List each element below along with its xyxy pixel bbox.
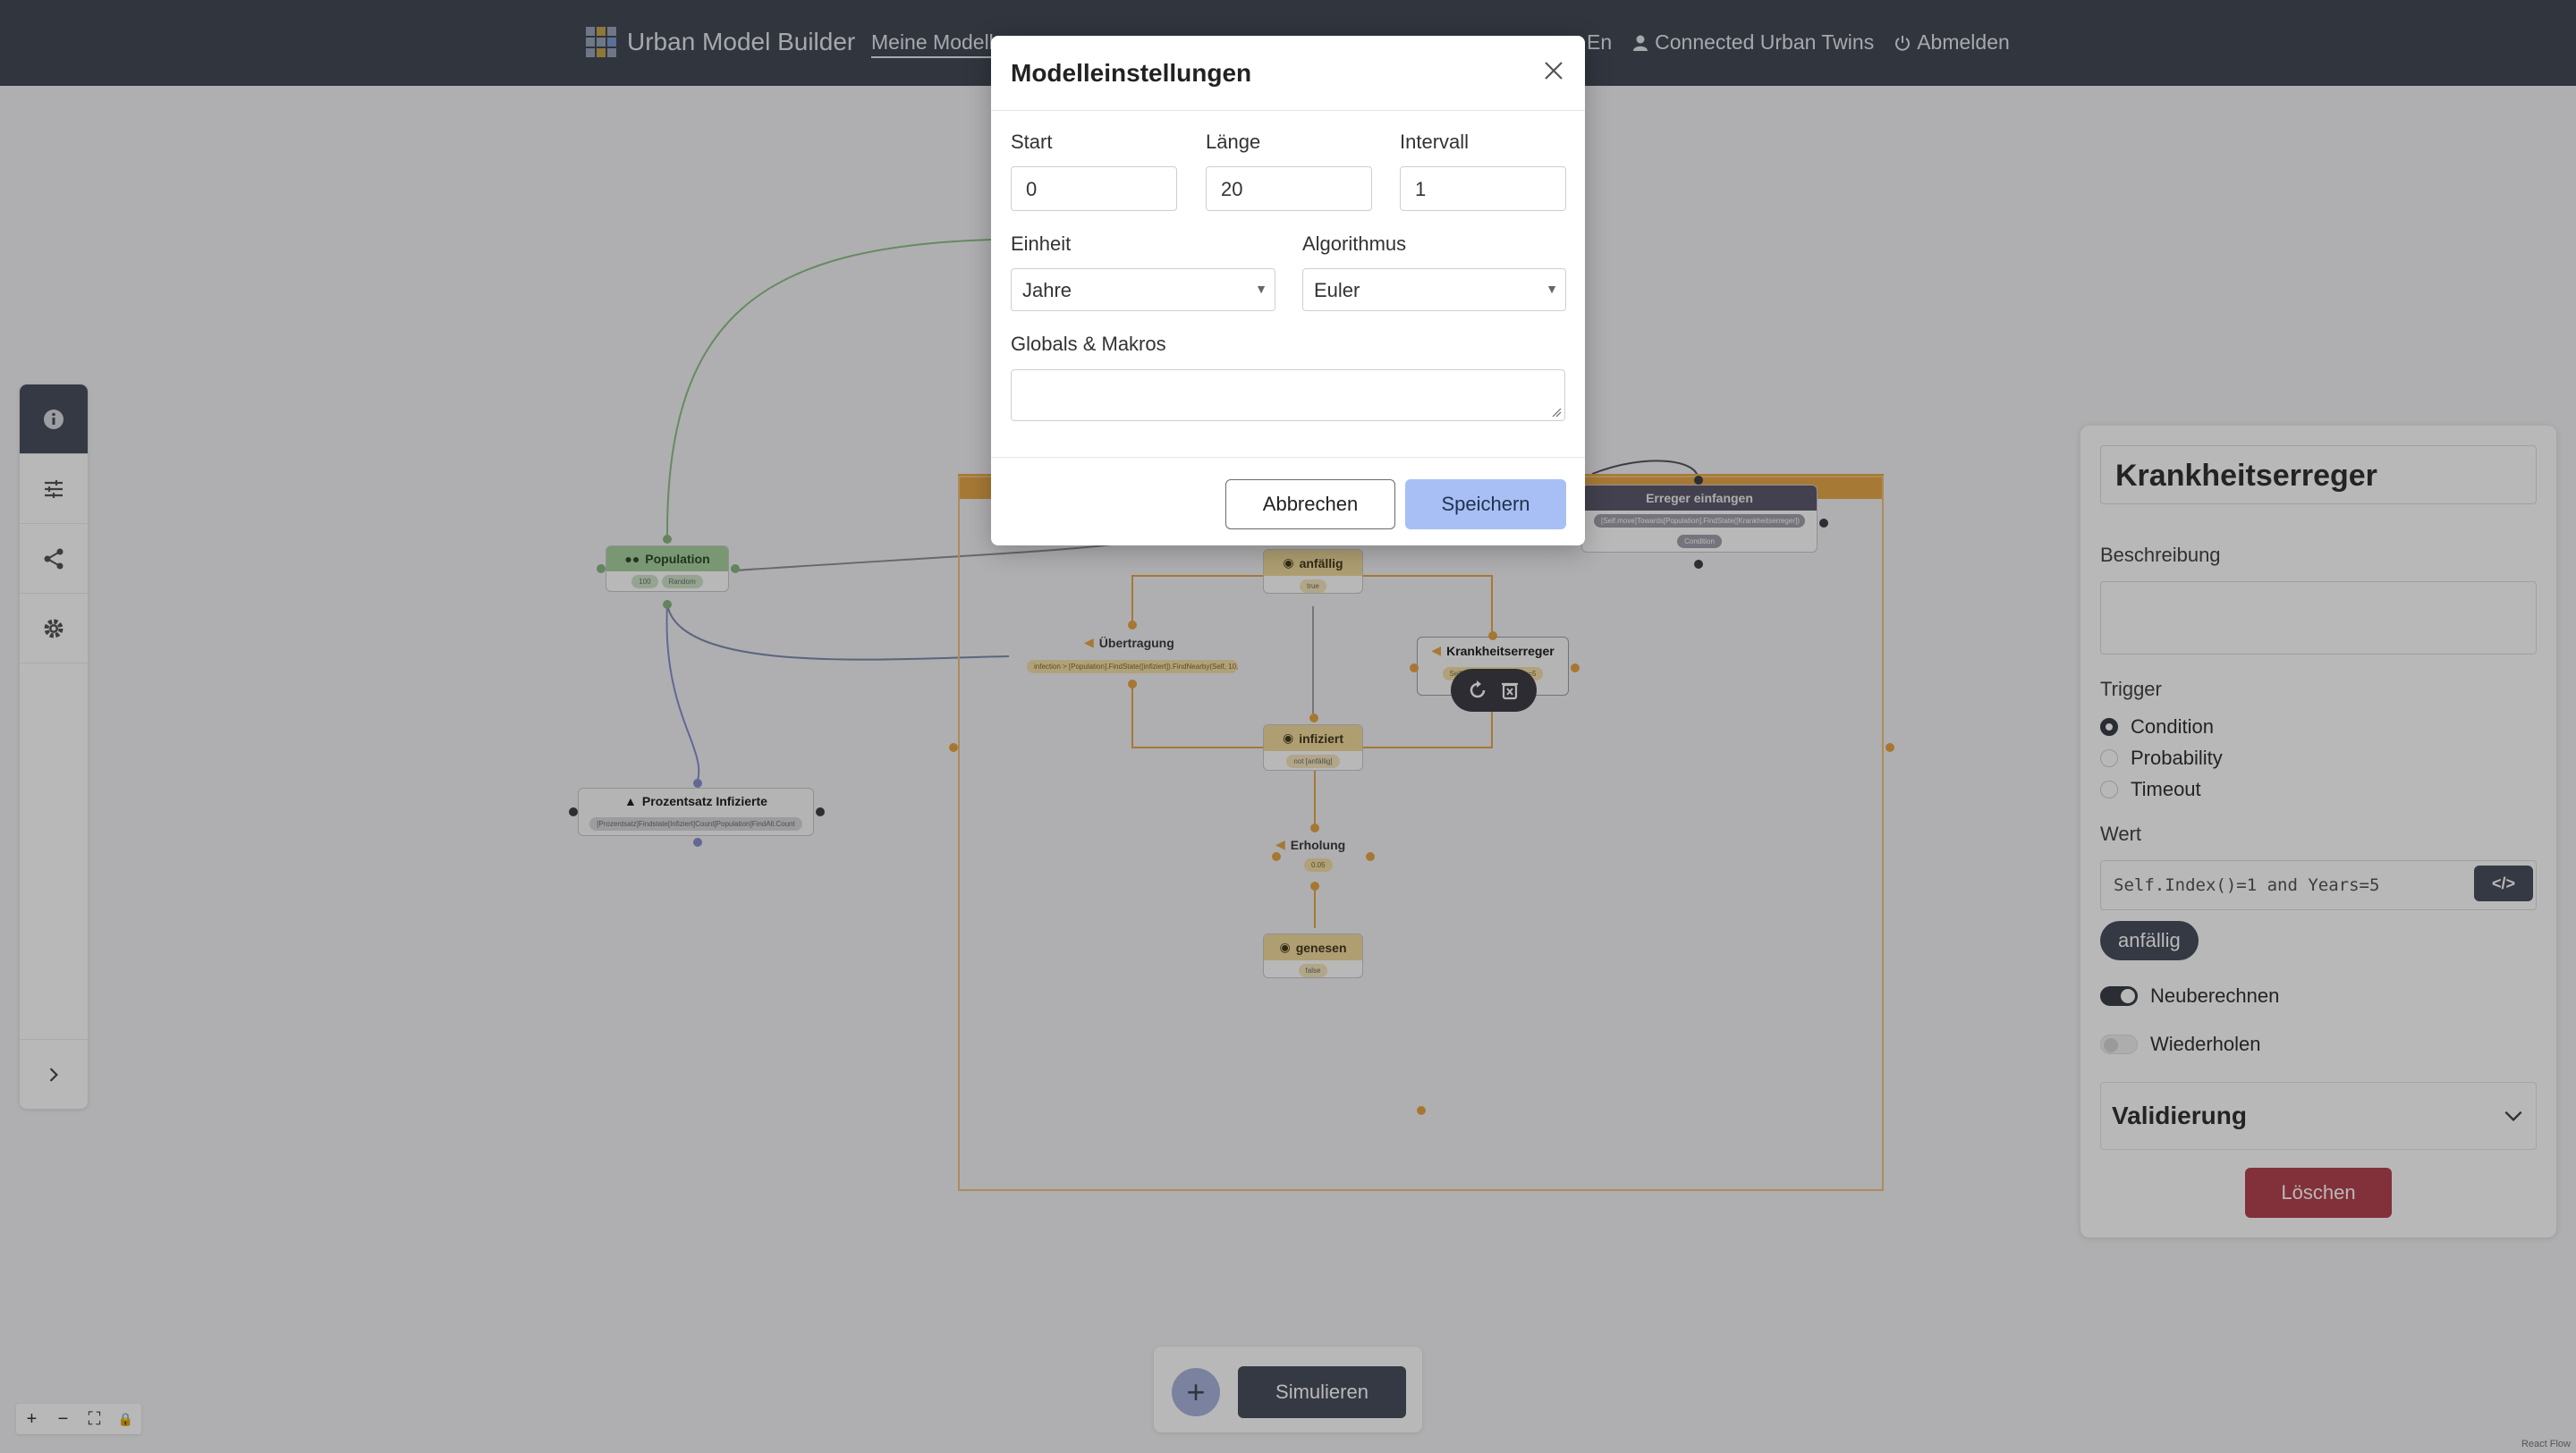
unit-label: Einheit — [1011, 232, 1072, 255]
modal-footer: Abbrechen Speichern — [991, 457, 1585, 545]
unit-select[interactable]: Jahre ▼ — [1011, 268, 1275, 311]
algorithm-select[interactable]: Euler ▼ — [1302, 268, 1566, 311]
caret-down-icon: ▼ — [1255, 282, 1267, 296]
algorithm-label: Algorithmus — [1302, 232, 1407, 255]
modal-header: Modelleinstellungen — [991, 36, 1585, 111]
interval-input[interactable]: 1 — [1400, 166, 1566, 211]
resize-grip-icon[interactable] — [1551, 407, 1562, 418]
globals-label: Globals & Makros — [1011, 333, 1166, 355]
start-label: Start — [1011, 131, 1053, 153]
modal-title: Modelleinstellungen — [1011, 58, 1252, 87]
model-settings-dialog: Modelleinstellungen Start 0 Länge 20 Int… — [991, 36, 1585, 545]
length-label: Länge — [1206, 131, 1261, 153]
close-icon — [1545, 62, 1563, 80]
cancel-button[interactable]: Abbrechen — [1225, 479, 1395, 529]
globals-textarea[interactable] — [1011, 369, 1565, 421]
interval-label: Intervall — [1400, 131, 1470, 153]
caret-down-icon: ▼ — [1546, 282, 1558, 296]
close-button[interactable] — [1542, 59, 1565, 87]
start-input[interactable]: 0 — [1011, 166, 1177, 211]
length-input[interactable]: 20 — [1206, 166, 1372, 211]
save-button[interactable]: Speichern — [1405, 479, 1566, 529]
